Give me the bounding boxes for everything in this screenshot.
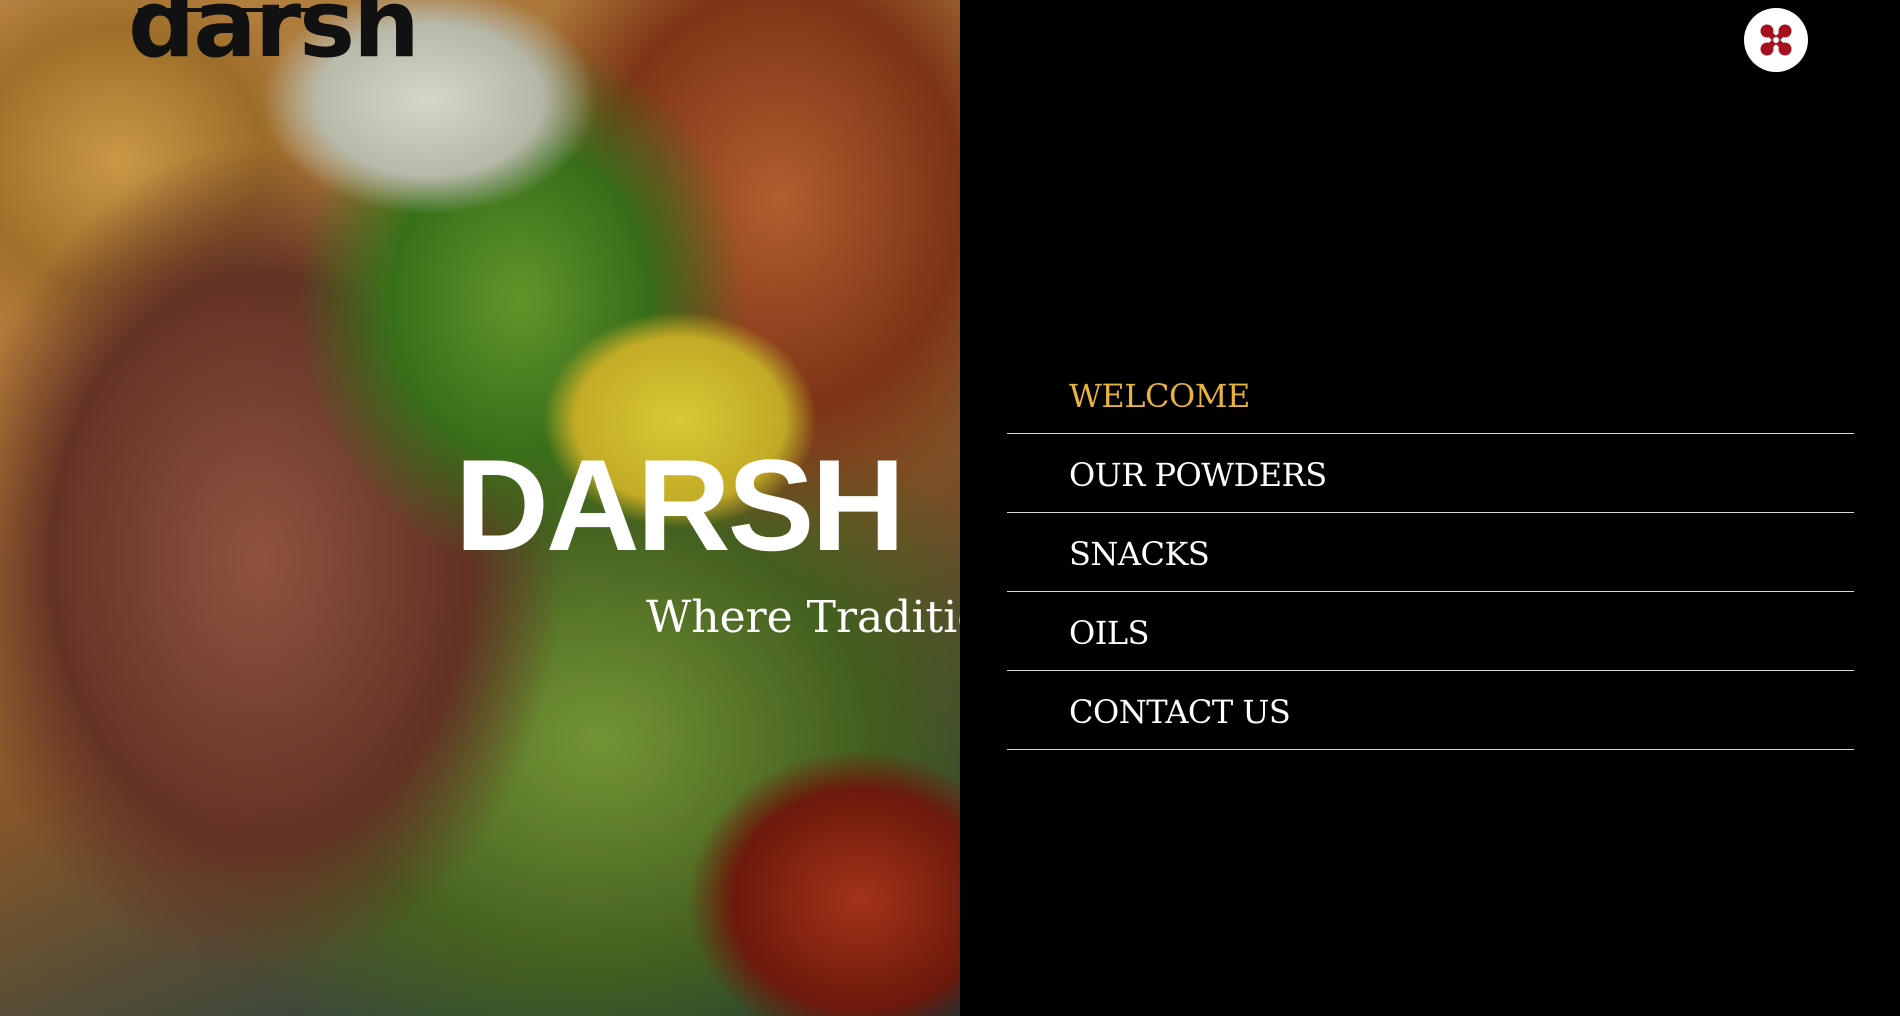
nav-item-snacks[interactable]: SNACKS — [1007, 513, 1854, 592]
nav-item-our-powders[interactable]: OUR POWDERS — [1007, 434, 1854, 513]
hero-tagline: Where Traditic — [646, 592, 960, 643]
nav-item-label: SNACKS — [1069, 535, 1210, 573]
close-x-icon — [1760, 24, 1792, 56]
nav-item-welcome[interactable]: WELCOME — [1007, 355, 1854, 434]
hero-title: DARSH — [455, 432, 905, 578]
brand-logo[interactable]: darsh — [128, 0, 420, 72]
nav-item-label: OILS — [1069, 614, 1150, 652]
nav-list: WELCOME OUR POWDERS SNACKS OILS CONTACT … — [1007, 355, 1854, 750]
nav-item-label: OUR POWDERS — [1069, 456, 1327, 494]
nav-item-oils[interactable]: OILS — [1007, 592, 1854, 671]
nav-item-label: CONTACT US — [1069, 693, 1291, 731]
close-menu-button[interactable] — [1744, 8, 1808, 72]
nav-item-label: WELCOME — [1069, 377, 1250, 415]
hero-image: darsh DARSH Where Traditic — [0, 0, 960, 1016]
nav-menu-panel: WELCOME OUR POWDERS SNACKS OILS CONTACT … — [960, 0, 1900, 1016]
nav-item-contact-us[interactable]: CONTACT US — [1007, 671, 1854, 750]
